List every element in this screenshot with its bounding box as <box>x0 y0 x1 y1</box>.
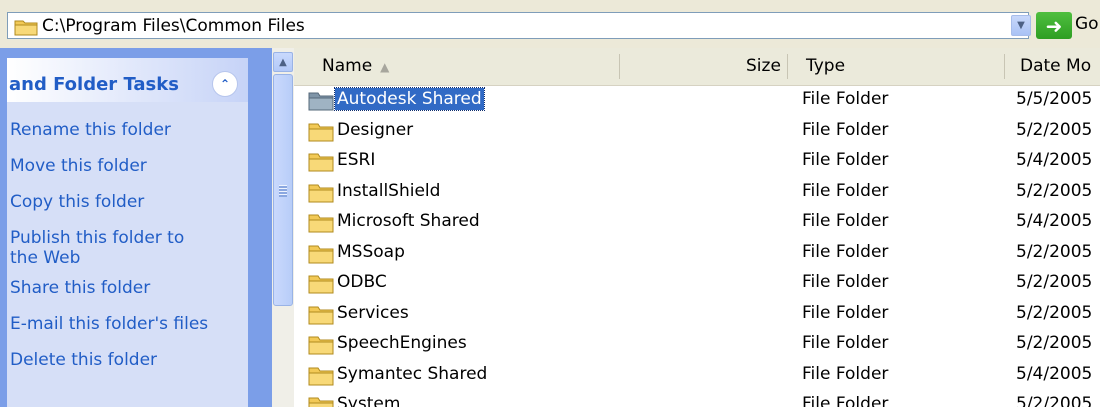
file-name[interactable]: MSSoap <box>335 241 407 263</box>
file-name[interactable]: System <box>335 393 402 407</box>
file-date: 5/2/2005 <box>1016 394 1093 407</box>
file-rows: Autodesk Shared File Folder 5/5/2005 Des… <box>294 86 1100 407</box>
task-links-list: Rename this folder Move this folder Copy… <box>10 120 246 370</box>
folder-icon <box>308 153 334 172</box>
file-name[interactable]: ESRI <box>335 149 377 171</box>
column-header-type[interactable]: Type <box>806 56 845 76</box>
file-type: File Folder <box>802 302 889 323</box>
rename-folder-link[interactable]: Rename this folder <box>10 120 246 140</box>
column-divider[interactable] <box>787 54 788 79</box>
folder-icon <box>308 397 334 407</box>
column-header-date[interactable]: Date Mo <box>1020 56 1091 76</box>
file-name[interactable]: Autodesk Shared <box>334 87 485 111</box>
table-row[interactable]: Microsoft Shared File Folder 5/4/2005 <box>294 208 1100 239</box>
chevron-down-icon[interactable]: ▼ <box>1011 15 1031 36</box>
file-type: File Folder <box>802 241 889 262</box>
folder-icon <box>308 245 334 263</box>
table-row[interactable]: Designer File Folder 5/2/2005 <box>294 117 1100 148</box>
arrow-right-icon[interactable]: ➜ <box>1036 12 1072 39</box>
file-type: File Folder <box>802 119 889 140</box>
column-header-bar: Name ▲ Size Type Date Mo <box>294 48 1100 86</box>
folder-shared-icon <box>308 92 334 111</box>
folder-tasks-title[interactable]: and Folder Tasks <box>9 74 179 95</box>
folder-icon <box>308 275 334 294</box>
table-row[interactable]: MSSoap File Folder 5/2/2005 <box>294 239 1100 270</box>
move-folder-link[interactable]: Move this folder <box>10 156 246 176</box>
file-type: File Folder <box>802 394 889 407</box>
table-row[interactable]: SpeechEngines File Folder 5/2/2005 <box>294 330 1100 361</box>
file-type: File Folder <box>802 150 889 170</box>
scroll-thumb[interactable] <box>273 74 293 306</box>
folder-tasks-panel: and Folder Tasks ⌃ Rename this folder Mo… <box>7 58 248 407</box>
file-type: File Folder <box>802 211 889 231</box>
delete-folder-link[interactable]: Delete this folder <box>10 350 246 370</box>
file-list: Name ▲ Size Type Date Mo Autodesk Shared … <box>294 48 1100 407</box>
file-name[interactable]: ODBC <box>335 271 389 293</box>
column-header-name[interactable]: Name ▲ <box>322 56 389 76</box>
folder-icon <box>308 367 334 385</box>
file-date: 5/4/2005 <box>1016 363 1093 384</box>
folder-icon <box>308 184 334 202</box>
scroll-up-icon[interactable]: ▲ <box>273 52 293 72</box>
file-type: File Folder <box>802 180 889 201</box>
address-bar: C:\Program Files\Common Files ▼ ➜ Go <box>0 0 1100 48</box>
vertical-scrollbar[interactable]: ▲ <box>272 48 294 407</box>
column-divider[interactable] <box>1004 54 1005 79</box>
table-row[interactable]: Services File Folder 5/2/2005 <box>294 300 1100 331</box>
column-header-size[interactable]: Size <box>746 56 781 76</box>
file-date: 5/4/2005 <box>1016 211 1093 231</box>
file-type: File Folder <box>802 333 889 353</box>
address-path[interactable]: C:\Program Files\Common Files <box>42 16 305 36</box>
file-name[interactable]: Microsoft Shared <box>335 210 482 232</box>
task-pane: and Folder Tasks ⌃ Rename this folder Mo… <box>0 48 272 407</box>
table-row[interactable]: Symantec Shared File Folder 5/4/2005 <box>294 361 1100 392</box>
folder-icon <box>308 123 334 141</box>
go-button-label[interactable]: Go <box>1075 14 1099 34</box>
share-folder-link[interactable]: Share this folder <box>10 278 246 298</box>
table-row[interactable]: ODBC File Folder 5/2/2005 <box>294 269 1100 300</box>
folder-icon <box>308 214 334 233</box>
sort-ascending-icon: ▲ <box>380 60 390 74</box>
table-row[interactable]: ESRI File Folder 5/4/2005 <box>294 147 1100 178</box>
table-row[interactable]: InstallShield File Folder 5/2/2005 <box>294 178 1100 209</box>
file-type: File Folder <box>802 89 889 109</box>
column-divider[interactable] <box>619 54 620 79</box>
folder-icon <box>308 306 334 324</box>
folder-icon <box>14 20 38 36</box>
file-date: 5/2/2005 <box>1016 302 1093 323</box>
address-field[interactable]: C:\Program Files\Common Files ▼ <box>7 12 1031 39</box>
copy-folder-link[interactable]: Copy this folder <box>10 192 246 212</box>
file-type: File Folder <box>802 272 889 292</box>
file-type: File Folder <box>802 363 889 384</box>
publish-folder-link[interactable]: Publish this folder to the Web <box>10 228 200 268</box>
file-date: 5/2/2005 <box>1016 272 1093 292</box>
file-date: 5/4/2005 <box>1016 150 1093 170</box>
file-name[interactable]: SpeechEngines <box>335 332 469 354</box>
file-date: 5/2/2005 <box>1016 241 1093 262</box>
file-date: 5/2/2005 <box>1016 180 1093 201</box>
folder-tasks-header[interactable]: and Folder Tasks ⌃ <box>7 58 248 102</box>
file-name[interactable]: InstallShield <box>335 180 442 202</box>
file-name[interactable]: Symantec Shared <box>335 363 489 385</box>
file-name[interactable]: Designer <box>335 119 415 141</box>
folder-icon <box>308 336 334 355</box>
table-row[interactable]: System File Folder 5/2/2005 <box>294 391 1100 407</box>
grip-icon <box>279 185 287 197</box>
email-folder-files-link[interactable]: E-mail this folder's files <box>10 314 246 334</box>
file-date: 5/2/2005 <box>1016 333 1093 353</box>
column-name-label: Name <box>322 56 373 76</box>
file-name[interactable]: Services <box>335 302 411 324</box>
file-date: 5/5/2005 <box>1016 89 1093 109</box>
file-date: 5/2/2005 <box>1016 119 1093 140</box>
double-chevron-up-icon[interactable]: ⌃ <box>212 71 238 97</box>
table-row[interactable]: Autodesk Shared File Folder 5/5/2005 <box>294 86 1100 117</box>
